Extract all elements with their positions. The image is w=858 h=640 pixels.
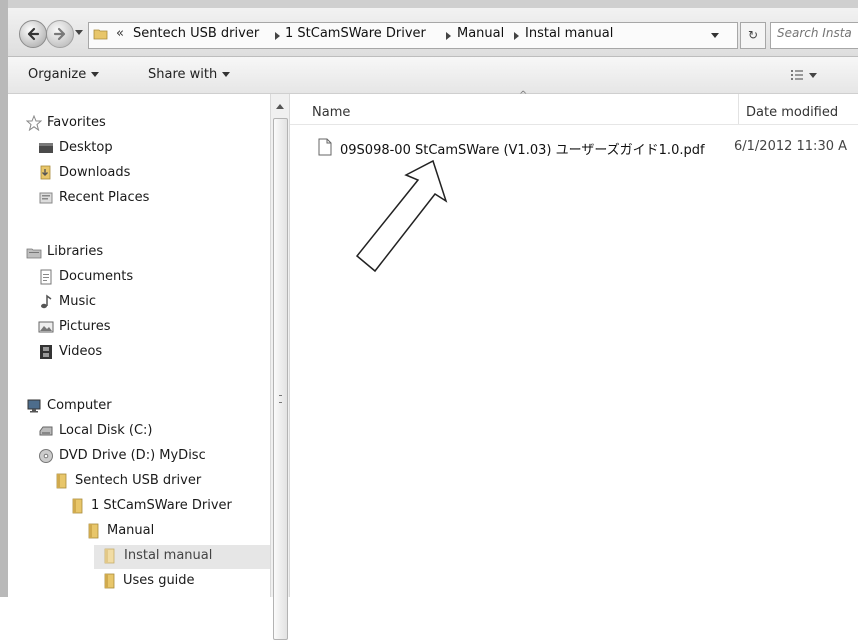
documents-icon bbox=[40, 269, 52, 285]
hard-disk-icon bbox=[39, 426, 53, 436]
search-input[interactable] bbox=[777, 26, 858, 40]
nav-label: Recent Places bbox=[59, 190, 150, 205]
nav-label: Documents bbox=[59, 269, 134, 284]
dropdown-caret-icon bbox=[91, 72, 100, 77]
nav-item-instal-manual[interactable]: Instal manual bbox=[94, 545, 270, 569]
address-bar-row: « Sentech USB driver 1 StCamSWare Driver… bbox=[8, 8, 858, 57]
nav-label: Local Disk (C:) bbox=[59, 423, 153, 438]
column-divider[interactable] bbox=[738, 94, 739, 124]
nav-label: Favorites bbox=[47, 115, 106, 130]
breadcrumb-arrow-icon[interactable] bbox=[446, 32, 451, 40]
nav-label: Instal manual bbox=[124, 548, 213, 563]
dropdown-caret-icon bbox=[222, 72, 231, 77]
breadcrumb-instal-manual[interactable]: Instal manual bbox=[525, 26, 613, 41]
folder-icon bbox=[88, 523, 99, 539]
desktop-icon bbox=[39, 143, 53, 153]
refresh-button[interactable]: ↻ bbox=[740, 22, 766, 49]
change-view-button[interactable] bbox=[789, 68, 819, 82]
window-frame-top bbox=[0, 0, 858, 8]
window-frame-left bbox=[0, 0, 8, 597]
address-box[interactable]: « Sentech USB driver 1 StCamSWare Driver… bbox=[88, 22, 738, 49]
pictures-icon bbox=[38, 321, 54, 333]
sort-ascending-icon: ^ bbox=[519, 90, 528, 101]
breadcrumb-1-stcamsware-driver[interactable]: 1 StCamSWare Driver bbox=[285, 26, 426, 41]
videos-filmstrip-icon bbox=[40, 345, 52, 359]
file-name: 09S098-00 StCamSWare (V1.03) ユーザーズガイド1.0… bbox=[340, 143, 705, 158]
libraries-icon bbox=[26, 248, 42, 259]
breadcrumb-sentech-usb-driver[interactable]: Sentech USB driver bbox=[133, 26, 259, 41]
nav-label: Uses guide bbox=[123, 573, 195, 588]
nav-label: Libraries bbox=[47, 244, 104, 259]
overflow-chevron[interactable]: « bbox=[116, 26, 124, 41]
music-note-icon bbox=[41, 294, 52, 309]
breadcrumb-arrow-icon[interactable] bbox=[514, 32, 519, 40]
column-header-name[interactable]: Name bbox=[312, 105, 350, 120]
back-arrow-icon bbox=[27, 27, 40, 41]
folder-icon bbox=[93, 29, 108, 40]
breadcrumb-arrow-icon[interactable] bbox=[275, 32, 280, 40]
organize-label: Organize bbox=[28, 67, 87, 82]
file-row[interactable]: 09S098-00 StCamSWare (V1.03) ユーザーズガイド1.0… bbox=[308, 136, 858, 160]
scroll-up-arrow-icon[interactable] bbox=[276, 104, 284, 109]
downloads-folder-icon bbox=[40, 165, 51, 180]
share-with-label: Share with bbox=[148, 67, 218, 82]
folder-icon bbox=[72, 498, 83, 514]
computer-icon bbox=[27, 399, 41, 413]
dvd-disc-icon bbox=[39, 449, 53, 463]
search-box[interactable] bbox=[770, 22, 858, 49]
forward-arrow-icon bbox=[53, 27, 66, 41]
annotation-arrow-icon bbox=[355, 159, 448, 273]
nav-label: DVD Drive (D:) MyDisc bbox=[59, 448, 206, 463]
back-button[interactable] bbox=[19, 20, 47, 48]
column-header-date-modified[interactable]: Date modified bbox=[746, 105, 838, 120]
forward-button[interactable] bbox=[46, 20, 74, 48]
file-date-modified: 6/1/2012 11:30 A bbox=[734, 139, 848, 154]
nav-label: Downloads bbox=[59, 165, 131, 180]
breadcrumb-manual[interactable]: Manual bbox=[457, 26, 504, 41]
navigation-pane: Favorites Desktop Downloads Recent Place… bbox=[8, 94, 270, 597]
command-toolbar: Organize Share with bbox=[8, 57, 858, 94]
recent-places-icon bbox=[39, 192, 53, 204]
nav-label: Videos bbox=[59, 344, 103, 359]
nav-label: Music bbox=[59, 294, 96, 309]
nav-label: Sentech USB driver bbox=[75, 473, 202, 488]
nav-label: Pictures bbox=[59, 319, 111, 334]
pdf-file-icon bbox=[318, 138, 332, 156]
nav-label: Desktop bbox=[59, 140, 113, 155]
address-history-dropdown-icon[interactable] bbox=[711, 33, 719, 38]
share-with-button[interactable]: Share with bbox=[148, 67, 231, 82]
scroll-thumb[interactable] bbox=[273, 118, 288, 640]
folder-icon bbox=[104, 548, 115, 564]
column-header-row: ^ Name Date modified bbox=[290, 90, 858, 125]
star-icon bbox=[26, 115, 42, 131]
organize-button[interactable]: Organize bbox=[28, 67, 100, 82]
recent-pages-dropdown-icon[interactable] bbox=[74, 27, 84, 37]
nav-label: 1 StCamSWare Driver bbox=[91, 498, 232, 513]
folder-icon bbox=[104, 573, 115, 589]
folder-icon bbox=[56, 473, 67, 489]
nav-label: Manual bbox=[107, 523, 155, 538]
nav-pane-scrollbar[interactable] bbox=[270, 94, 290, 640]
details-view-icon bbox=[791, 70, 803, 80]
scroll-grip-icon bbox=[279, 395, 282, 403]
nav-label: Computer bbox=[47, 398, 112, 413]
